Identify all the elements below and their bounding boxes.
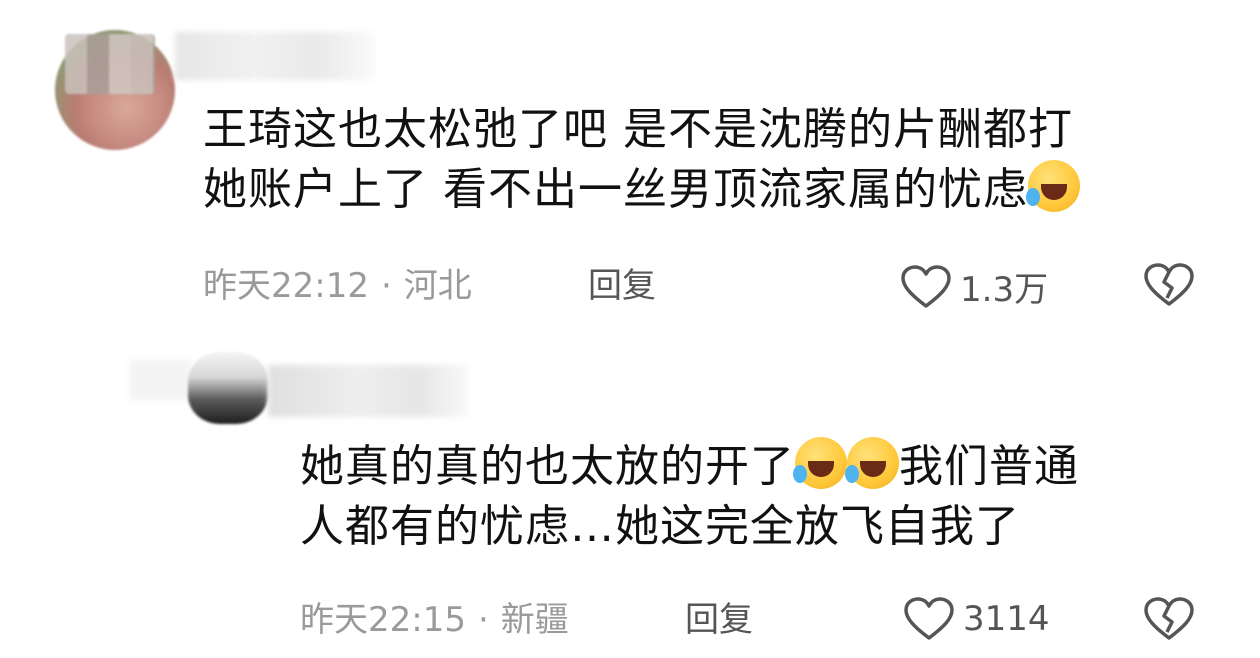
comment-meta: 昨天22:12 · 河北 (203, 266, 472, 306)
comment-thread: 王琦这也太松弛了吧 是不是沈腾的片酬都打 她账户上了 看不出一丝男顶流家属的忧虑… (0, 0, 1260, 658)
username-blurred[interactable] (268, 365, 468, 417)
like-button[interactable]: 3114 (903, 596, 1050, 642)
separator: · (380, 266, 392, 306)
comment-text: 王琦这也太松弛了吧 是不是沈腾的片酬都打 她账户上了 看不出一丝男顶流家属的忧虑 (203, 100, 1203, 220)
comment-line: 她账户上了 看不出一丝男顶流家属的忧虑 (203, 160, 1203, 220)
comment-line: 人都有的忧虑…她这完全放飞自我了 (300, 501, 1020, 552)
reply-button[interactable]: 回复 (685, 600, 753, 640)
separator: · (477, 600, 489, 640)
broken-heart-icon[interactable] (1143, 262, 1195, 308)
avatar[interactable] (55, 30, 175, 150)
reply-button[interactable]: 回复 (588, 266, 656, 306)
comment-line-text: 她真的真的也太放的开了 (300, 441, 795, 492)
laugh-cry-emoji-icon (845, 437, 899, 489)
laugh-cry-emoji-icon (793, 437, 847, 489)
comment-meta: 昨天22:15 · 新疆 (300, 600, 569, 640)
broken-heart-icon[interactable] (1143, 596, 1195, 642)
location: 新疆 (500, 600, 569, 640)
location: 河北 (403, 266, 472, 306)
timestamp: 昨天22:15 (300, 600, 466, 640)
comment-line: 王琦这也太松弛了吧 是不是沈腾的片酬都打 (203, 104, 1073, 155)
heart-icon (904, 597, 954, 640)
timestamp: 昨天22:12 (203, 266, 369, 306)
comment-line-text: 她账户上了 看不出一丝男顶流家属的忧虑 (203, 164, 1028, 215)
comment-text: 她真的真的也太放的开了 我们普通 人都有的忧虑…她这完全放飞自我了 (300, 437, 1200, 557)
heart-icon (901, 264, 951, 308)
comment-line: 她真的真的也太放的开了 我们普通 (300, 437, 1200, 497)
like-count: 3114 (963, 599, 1050, 639)
like-count: 1.3万 (960, 270, 1049, 310)
like-button[interactable]: 1.3万 (900, 262, 1048, 311)
avatar[interactable] (188, 352, 268, 424)
blur-artifact (130, 360, 190, 400)
laugh-cry-emoji-icon (1026, 160, 1080, 212)
comment-line-text: 我们普通 (899, 441, 1079, 492)
username-blurred[interactable] (175, 32, 375, 80)
